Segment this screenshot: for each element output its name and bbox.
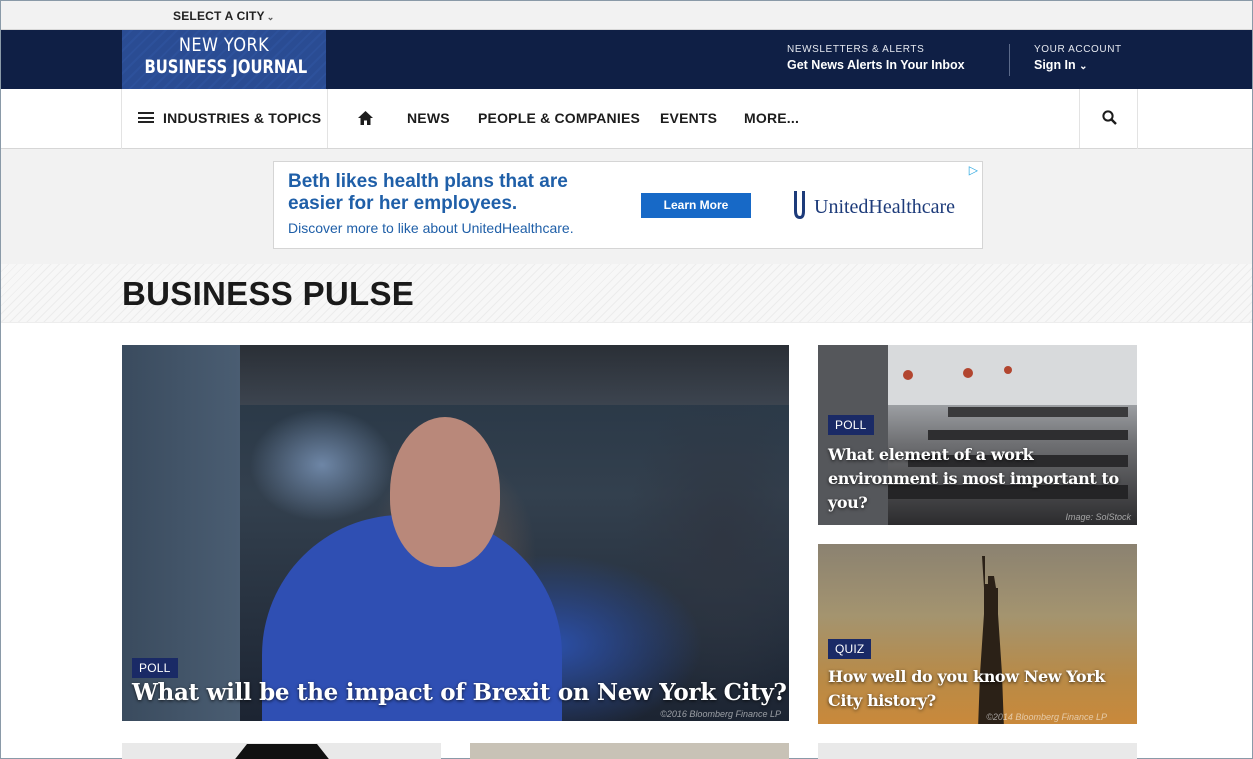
card-preview-1[interactable] (122, 743, 441, 759)
chevron-down-icon: ⌄ (266, 12, 275, 22)
feature-card-work-environment[interactable]: POLL What element of a work environment … (818, 345, 1137, 525)
nav-news[interactable]: NEWS (407, 89, 450, 148)
nav-home[interactable] (358, 89, 373, 148)
logo-line1: NEW YORK (178, 34, 270, 56)
image-credit: ©2014 Bloomberg Finance LP (986, 712, 1107, 722)
newsletters-label: NEWSLETTERS & ALERTS (787, 44, 925, 55)
nav-people-companies[interactable]: PEOPLE & COMPANIES (478, 89, 640, 148)
feature-card-nyc-quiz[interactable]: QUIZ How well do you know New York City … (818, 544, 1137, 724)
masthead: NEW YORK BUSINESS JOURNAL NEWSLETTERS & … (1, 30, 1252, 89)
card-headline[interactable]: What element of a work environment is mo… (828, 443, 1128, 515)
logo-line2: BUSINESS JOURNAL (144, 56, 308, 78)
site-logo[interactable]: NEW YORK BUSINESS JOURNAL (122, 30, 326, 89)
section-header: BUSINESS PULSE (1, 264, 1252, 323)
image-credit: Image: SolStock (1065, 512, 1131, 522)
unitedhealthcare-logo-icon (794, 191, 805, 219)
image-credit: ©2016 Bloomberg Finance LP (660, 709, 781, 719)
nav-more[interactable]: MORE... (744, 89, 799, 148)
card-headline[interactable]: How well do you know New York City histo… (828, 665, 1133, 713)
poll-tag: POLL (828, 415, 874, 435)
city-bar: SELECT A CITY ⌄ (1, 1, 1252, 30)
hamburger-icon (138, 112, 154, 124)
ad-learn-more-button[interactable]: Learn More (641, 193, 751, 218)
search-icon (1101, 110, 1117, 126)
account-label: YOUR ACCOUNT (1034, 44, 1122, 55)
adchoices-icon[interactable]: ▷ (969, 163, 978, 177)
city-select-label: SELECT A CITY (173, 9, 265, 23)
nav-events[interactable]: EVENTS (660, 89, 717, 148)
home-icon (358, 110, 373, 125)
advertisement[interactable]: Beth likes health plans that are easier … (273, 161, 983, 249)
card-preview-2[interactable] (470, 743, 789, 759)
ad-area: Beth likes health plans that are easier … (1, 149, 1252, 264)
ad-headline-line2: easier for her employees. (288, 193, 518, 214)
poll-tag: POLL (132, 658, 178, 678)
city-select-dropdown[interactable]: SELECT A CITY ⌄ (173, 9, 274, 23)
card-image (240, 345, 789, 405)
search-button[interactable] (1079, 89, 1138, 148)
quiz-tag: QUIZ (828, 639, 872, 659)
card-image (235, 744, 329, 759)
card-preview-3[interactable] (818, 743, 1137, 759)
nav-industries-topics[interactable]: INDUSTRIES & TOPICS (122, 89, 328, 148)
newsletters-link[interactable]: NEWSLETTERS & ALERTS Get News Alerts In … (787, 44, 965, 72)
ad-subtext: Discover more to like about UnitedHealth… (288, 220, 574, 236)
section-title: BUSINESS PULSE (122, 275, 415, 312)
chevron-down-icon: ⌄ (1079, 61, 1088, 72)
account-menu[interactable]: YOUR ACCOUNT Sign In ⌄ (1034, 44, 1122, 72)
card-headline[interactable]: What will be the impact of Brexit on New… (132, 679, 787, 706)
ad-brand: UnitedHealthcare (814, 196, 956, 218)
main-nav: INDUSTRIES & TOPICS NEWS PEOPLE & COMPAN… (1, 89, 1252, 149)
feature-card-brexit[interactable]: POLL What will be the impact of Brexit o… (122, 345, 789, 721)
masthead-divider (1009, 44, 1010, 76)
ad-headline-line1: Beth likes health plans that are (288, 171, 568, 192)
sign-in-label: Sign In (1034, 58, 1076, 72)
newsletters-cta: Get News Alerts In Your Inbox (787, 58, 965, 72)
nav-industries-label: INDUSTRIES & TOPICS (163, 110, 322, 126)
